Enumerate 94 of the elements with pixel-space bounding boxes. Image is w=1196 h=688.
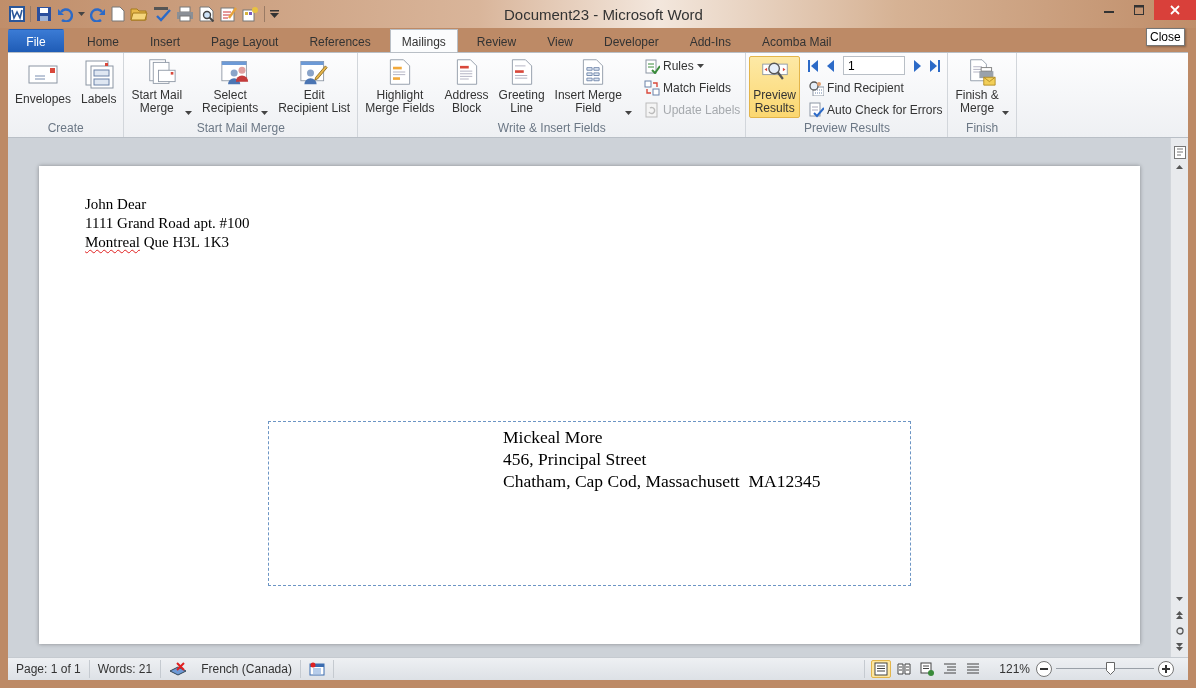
ribbon-tab[interactable]: Mailings [389, 29, 458, 52]
zoom-out-button[interactable] [1036, 661, 1052, 677]
ribbon-tab[interactable]: References [297, 29, 383, 52]
return-address-line: Montreal Que H3L 1K3 [85, 233, 230, 252]
vertical-scrollbar[interactable] [1170, 138, 1188, 657]
record-number-field[interactable]: 1 [843, 56, 906, 75]
file-tab[interactable]: File [8, 29, 64, 52]
group-label: Finish [965, 121, 1000, 137]
zoom-slider[interactable] [1056, 661, 1154, 677]
window-title: Document23 - Microsoft Word [503, 5, 704, 23]
ribbon-button[interactable]: Edit Recipient List [274, 56, 355, 118]
shapes-icon[interactable] [242, 6, 259, 22]
word-count[interactable]: Words: 21 [89, 660, 162, 678]
group-label: Preview Results [802, 121, 891, 137]
ribbon-tab[interactable]: Acomba Mail [750, 29, 844, 52]
ribbon-button[interactable]: Rules [641, 56, 743, 75]
zoom-level[interactable]: 121% [989, 662, 1036, 676]
caret-icon [261, 111, 269, 115]
ruler-icon[interactable] [1173, 146, 1186, 159]
scroll-down-icon[interactable] [1176, 597, 1183, 601]
ribbon-tab[interactable]: Review [464, 29, 529, 52]
labels-icon [82, 58, 115, 90]
next-record-icon[interactable] [914, 59, 922, 72]
new-document-icon[interactable] [111, 6, 125, 22]
plus-icon [1162, 665, 1170, 673]
caret-icon [696, 63, 704, 68]
checklist-icon [643, 57, 660, 74]
next-page-icon[interactable] [1176, 643, 1183, 651]
minus-icon [1040, 665, 1048, 673]
ribbon-tab[interactable]: Developer [591, 29, 671, 52]
previous-record-icon[interactable] [827, 59, 835, 72]
ribbon-button[interactable]: Address Block [440, 56, 493, 118]
print-layout-icon [874, 662, 889, 676]
caret-icon [185, 111, 193, 115]
return-address-line: John Dear [85, 195, 148, 214]
people-pencil-icon [298, 58, 331, 86]
form-icon[interactable] [220, 6, 237, 22]
grid-arrows-icon [643, 79, 660, 96]
ribbon-tab[interactable]: View [535, 29, 585, 52]
macro-recording-icon[interactable] [308, 662, 325, 676]
slider-thumb[interactable] [1105, 662, 1115, 675]
ribbon-button[interactable]: Match Fields [641, 78, 743, 97]
scroll-up-icon[interactable] [1176, 165, 1183, 169]
zoom-in-button[interactable] [1158, 661, 1174, 677]
group-label: Create [46, 121, 85, 137]
recipient-address-line: Chatham, Cap Cod, Massachusett MA12345 [503, 470, 822, 492]
tooltip: Close [1146, 28, 1185, 46]
group-label: Write & Insert Fields [496, 121, 607, 137]
ribbon-button[interactable]: Start Mail Merge [127, 56, 197, 118]
ribbon-tab[interactable]: Page Layout [199, 29, 291, 52]
close-icon [1170, 5, 1180, 15]
save-icon[interactable] [36, 6, 52, 22]
ribbon-button[interactable]: Auto Check for Errors [806, 100, 945, 119]
spelling-check-icon[interactable] [153, 6, 171, 22]
group-label: Start Mail Merge [195, 121, 286, 137]
ribbon-button[interactable]: Highlight Merge Fields [361, 56, 439, 118]
document-check-icon [808, 101, 825, 118]
previous-page-icon[interactable] [1176, 611, 1183, 619]
ribbon-button[interactable]: Insert Merge Field [550, 56, 636, 118]
caret-icon[interactable] [78, 12, 85, 16]
ribbon-button[interactable]: Finish & Merge [951, 56, 1013, 118]
ribbon-tab[interactable]: Add-Ins [677, 29, 744, 52]
ribbon-tab[interactable]: Home [75, 29, 131, 52]
print-preview-icon[interactable] [199, 6, 215, 22]
ribbon-button[interactable]: Find Recipient [806, 78, 945, 97]
proofing-book-icon[interactable] [169, 662, 188, 676]
return-address-line: 1111 Grand Road apt. #100 [85, 214, 251, 233]
recipient-address-line: 456, Principal Street [503, 448, 648, 470]
refresh-document-icon [643, 101, 660, 118]
language-indicator[interactable]: French (Canada) [201, 662, 292, 676]
customize-menu-icon[interactable] [270, 10, 279, 18]
outline-icon [943, 662, 958, 676]
reading-layout-icon [897, 662, 912, 676]
close-button[interactable] [1154, 0, 1196, 20]
browse-object-icon[interactable] [1175, 627, 1184, 635]
first-record-icon[interactable] [808, 59, 819, 72]
view-button[interactable] [871, 660, 892, 678]
caret-icon [1001, 111, 1009, 115]
people-search-icon [808, 79, 825, 96]
last-record-icon[interactable] [930, 59, 941, 72]
ribbon-button[interactable]: Labels [77, 56, 121, 118]
ribbon-button[interactable]: Greeting Line [494, 56, 549, 118]
ribbon-button[interactable]: Envelopes [11, 56, 76, 118]
recipient-address-line: Mickeal More [503, 426, 604, 448]
ribbon-button[interactable]: Select Recipients [198, 56, 273, 118]
toggle-button[interactable]: Preview Results [749, 56, 801, 118]
draft-icon [966, 662, 981, 676]
web-layout-icon [920, 662, 935, 676]
page-count[interactable]: Page: 1 of 1 [8, 660, 90, 678]
ribbon-tab[interactable]: Insert [138, 29, 193, 52]
word-logo-icon[interactable] [9, 6, 25, 22]
printer-icon[interactable] [176, 6, 194, 22]
caret-icon [624, 111, 632, 115]
maximize-icon [1134, 5, 1144, 15]
